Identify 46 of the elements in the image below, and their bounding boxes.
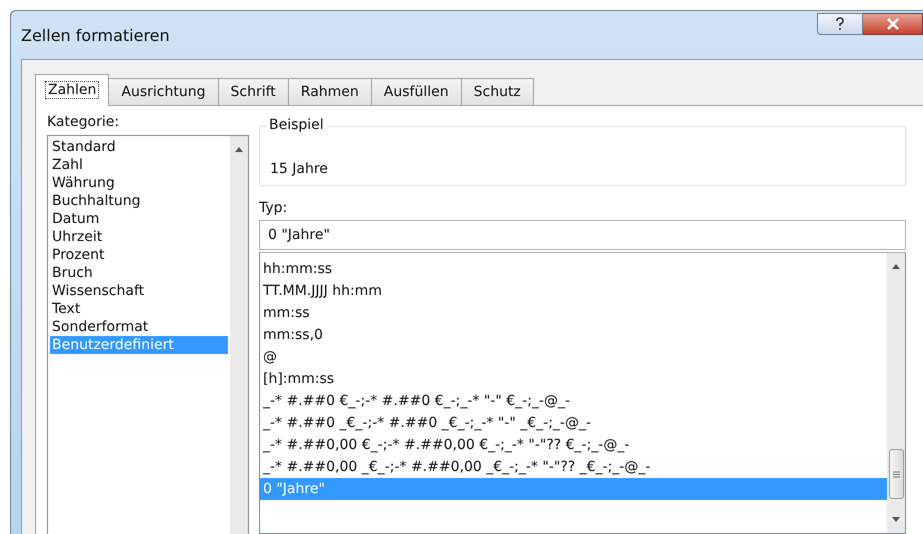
scroll-thumb[interactable]	[888, 449, 904, 499]
scrollbar[interactable]	[887, 253, 905, 533]
category-item[interactable]: Text	[50, 300, 228, 318]
window-title: Zellen formatieren	[21, 26, 171, 44]
format-item[interactable]: [h]:mm:ss	[260, 368, 887, 390]
category-item[interactable]: Buchhaltung	[50, 192, 228, 210]
category-list[interactable]: Standard Zahl Währung Buchhaltung Datum Uhrzeit Prozent Bruch Wissenschaft Text Sonderformat Benutzerdefiniert	[47, 135, 249, 534]
scroll-down-icon[interactable]	[891, 517, 901, 523]
category-item[interactable]: Datum	[50, 210, 228, 228]
format-item[interactable]: _-* #.##0,00 _€_-;-* #.##0,00 _€_-;_-* "-"?? _€_-;_-@_-	[260, 456, 887, 478]
sample-value: 15 Jahre	[270, 161, 328, 177]
category-label: Kategorie:	[47, 114, 120, 130]
scroll-up-icon[interactable]	[891, 263, 901, 269]
category-item[interactable]: Wissenschaft	[50, 282, 228, 300]
format-item[interactable]: _-* #.##0 €_-;-* #.##0 €_-;_-* "-" €_-;_-@_-	[260, 390, 887, 412]
category-item[interactable]: Währung	[50, 174, 228, 192]
tab[interactable]: Rahmen	[288, 78, 372, 105]
sample-label: Beispiel	[266, 117, 327, 133]
tab[interactable]: Schutz	[460, 78, 534, 105]
category-item[interactable]: Zahl	[50, 156, 228, 174]
format-list[interactable]	[259, 252, 906, 534]
type-input-field[interactable]: 0 "Jahre"	[259, 220, 906, 250]
close-button[interactable]	[863, 13, 923, 35]
type-label: Typ:	[259, 200, 288, 216]
category-item[interactable]: Sonderformat	[50, 318, 228, 336]
format-item[interactable]: mm:ss,0	[260, 324, 887, 346]
help-button[interactable]	[817, 13, 863, 35]
category-item[interactable]: Standard	[50, 138, 228, 156]
format-item[interactable]: hh:mm:ss	[260, 258, 887, 280]
category-item[interactable]: Bruch	[50, 264, 228, 282]
tab[interactable]: Schrift	[218, 78, 289, 105]
scroll-up-icon[interactable]	[234, 146, 244, 152]
format-item[interactable]: mm:ss	[260, 302, 887, 324]
format-item[interactable]: _-* #.##0,00 €_-;-* #.##0,00 €_-;_-* "-"?? €_-;_-@_-	[260, 434, 887, 456]
tab[interactable]: Zahlen	[35, 74, 110, 106]
category-item[interactable]: Uhrzeit	[50, 228, 228, 246]
tab[interactable]: Ausrichtung	[108, 78, 219, 105]
category-item[interactable]: Prozent	[50, 246, 228, 264]
scrollbar[interactable]	[230, 136, 248, 534]
tab[interactable]: Ausfüllen	[370, 78, 462, 105]
close-icon	[886, 18, 900, 30]
format-item[interactable]: _-* #.##0 _€_-;-* #.##0 _€_-;_-* "-" _€_-;_-@_-	[260, 412, 887, 434]
format-item[interactable]: @	[260, 346, 887, 368]
grip-icon	[892, 470, 900, 478]
help-icon	[835, 17, 845, 31]
format-item[interactable]: TT.MM.JJJJ hh:mm	[260, 280, 887, 302]
